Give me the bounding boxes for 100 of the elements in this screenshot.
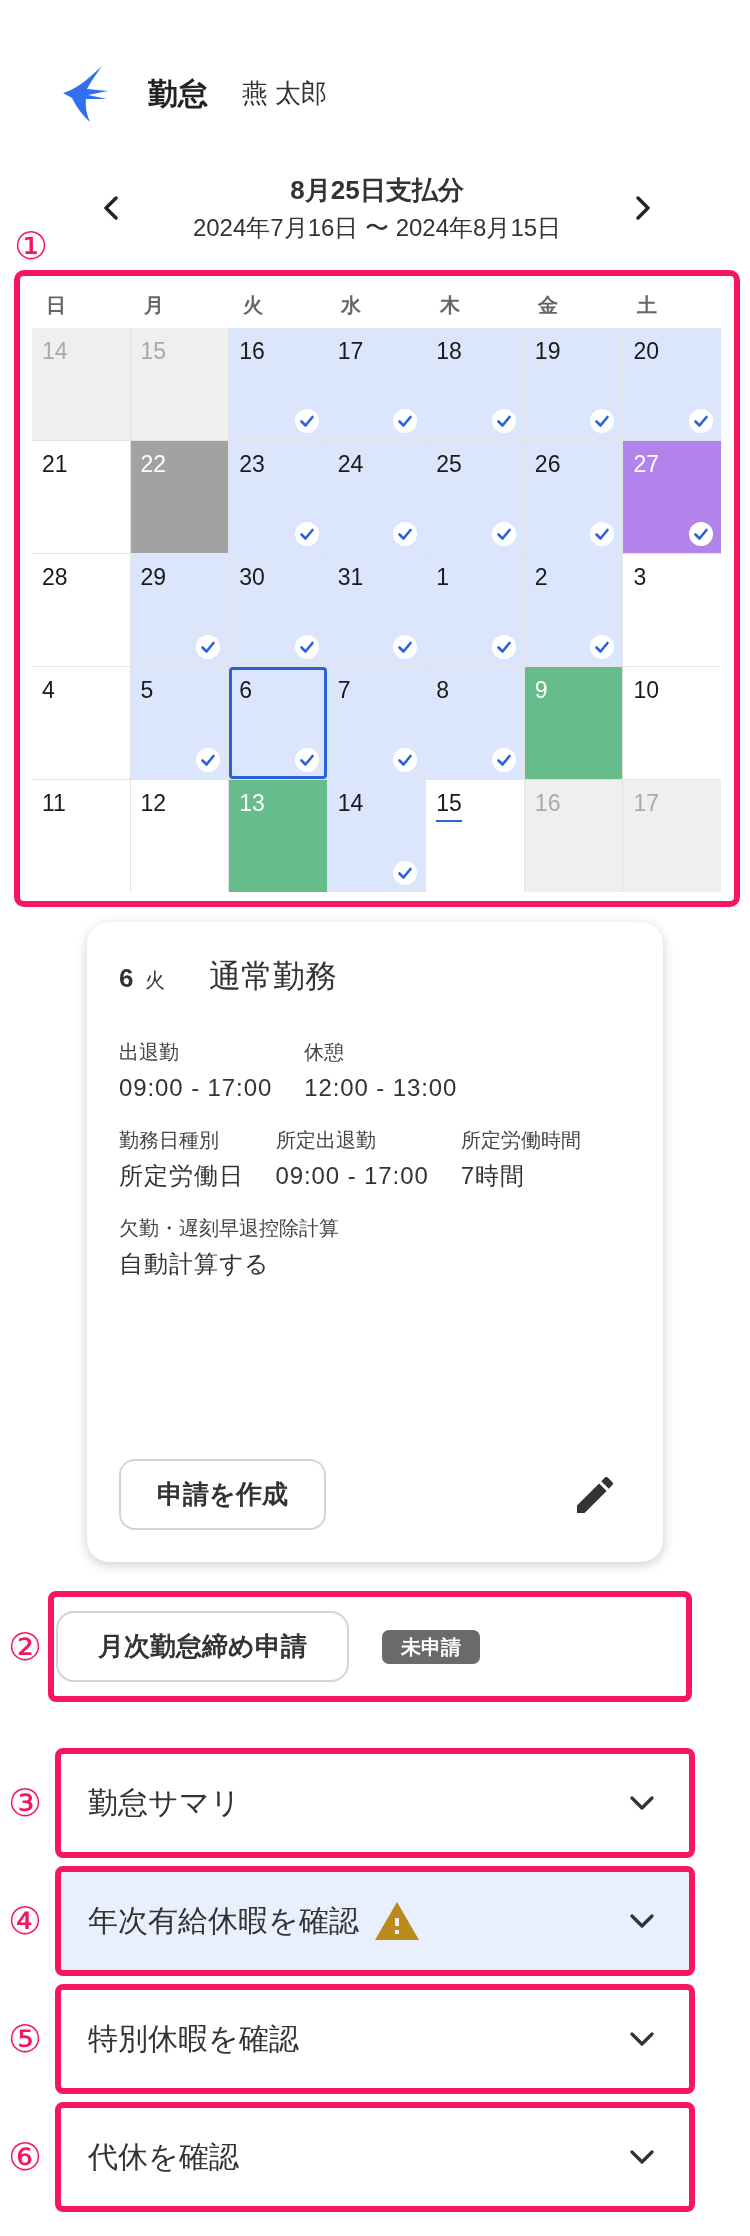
calendar-day-cell[interactable]: 17: [327, 328, 426, 440]
weekday-label: 金: [538, 292, 559, 318]
calendar-day-cell[interactable]: 8: [426, 667, 524, 779]
callout-number: ③: [8, 1784, 43, 1822]
day-number: 20: [633, 340, 659, 366]
calendar-day-cell[interactable]: 15: [426, 780, 524, 892]
weekday-label: 火: [242, 292, 263, 318]
day-number: 7: [337, 679, 351, 705]
day-number: 29: [140, 566, 167, 592]
day-number: 3: [633, 566, 647, 592]
field-value: 7時間: [460, 1161, 526, 1191]
calendar-day-cell[interactable]: 7: [327, 667, 426, 779]
accordion-header[interactable]: 特別休暇を確認: [61, 1990, 689, 2088]
day-number: 16: [534, 792, 561, 818]
calendar-day-cell[interactable]: 24: [327, 441, 426, 553]
day-number: 16: [239, 340, 265, 366]
day-number: 11: [42, 792, 66, 818]
day-number: 19: [534, 340, 561, 366]
detail-date: 6: [119, 962, 134, 995]
accordion-header[interactable]: 代休を確認: [61, 2108, 689, 2206]
calendar-day-cell[interactable]: 14: [327, 780, 426, 892]
chevron-right-icon: [635, 196, 651, 220]
calendar-day-cell[interactable]: 19: [524, 328, 623, 440]
day-number: 22: [140, 453, 167, 479]
calendar-day-cell[interactable]: 11: [32, 780, 130, 892]
monthly-closing-button[interactable]: 月次勤怠締め申請: [56, 1611, 349, 1682]
calendar-day-cell[interactable]: 25: [426, 441, 524, 553]
callout-number: ④: [8, 1902, 43, 1940]
day-number: 15: [436, 792, 462, 822]
field-value: 自動計算する: [119, 1249, 272, 1279]
day-number: 8: [436, 679, 450, 705]
day-number: 25: [436, 453, 462, 479]
day-number: 17: [633, 792, 659, 818]
calendar-day-cell[interactable]: 5: [130, 667, 229, 779]
day-number: 26: [534, 453, 561, 479]
day-number: 18: [436, 340, 462, 366]
calendar-day-cell[interactable]: 26: [524, 441, 623, 553]
detail-weekday: 火: [145, 968, 166, 993]
detail-title: 通常勤務: [209, 957, 338, 996]
calendar-day-cell[interactable]: 28: [32, 554, 130, 666]
field-value: 09:00 - 17:00: [119, 1073, 273, 1103]
calendar-day-cell[interactable]: 18: [426, 328, 524, 440]
field-label: 勤務日種別: [119, 1128, 220, 1153]
calendar-day-cell[interactable]: 4: [32, 667, 130, 779]
day-number: 4: [42, 679, 55, 705]
calendar-day-cell[interactable]: 23: [229, 441, 327, 553]
field-value: 所定労働日: [119, 1161, 244, 1191]
weekday-label: 水: [341, 292, 362, 318]
accordion-header[interactable]: 勤怠サマリ: [61, 1754, 689, 1852]
day-number: 15: [140, 340, 167, 366]
callout-number: ⑤: [8, 2020, 43, 2058]
callout-number: ①: [14, 227, 49, 265]
calendar-day-cell[interactable]: 21: [32, 441, 130, 553]
day-number: 1: [436, 566, 450, 592]
field-label: 欠勤・遅刻早退控除計算: [119, 1216, 339, 1241]
calendar-day-cell[interactable]: 6: [229, 667, 327, 779]
weekday-label: 土: [636, 292, 657, 318]
field-value: 12:00 - 13:00: [304, 1073, 458, 1103]
field-label: 所定労働時間: [460, 1128, 581, 1153]
callout-number: ⑥: [8, 2138, 43, 2176]
calendar-day-cell[interactable]: 20: [623, 328, 721, 440]
day-number: 12: [140, 792, 167, 818]
weekday-label: 月: [144, 292, 165, 318]
field-value: 09:00 - 17:00: [275, 1161, 429, 1191]
calendar-day-cell[interactable]: 10: [623, 667, 721, 779]
day-number: 17: [337, 340, 364, 366]
user-name: 燕 太郎: [242, 78, 328, 110]
field-label: 所定出退勤: [275, 1128, 377, 1153]
day-number: 13: [239, 792, 265, 818]
day-number: 9: [534, 679, 548, 705]
day-number: 28: [42, 566, 68, 592]
day-number: 24: [337, 453, 364, 479]
weekday-label: 木: [439, 292, 460, 318]
day-number: 23: [239, 453, 265, 479]
day-number: 14: [42, 340, 68, 366]
period-title: 8月25日支払分: [290, 174, 464, 207]
period-range: 2024年7月16日 〜 2024年8月15日: [192, 213, 562, 243]
day-number: 14: [337, 792, 364, 818]
calendar-day-cell[interactable]: 16: [229, 328, 327, 440]
app-title: 勤怠: [148, 76, 208, 112]
calendar-day-cell[interactable]: 2: [524, 554, 623, 666]
calendar-day-cell[interactable]: 29: [130, 554, 229, 666]
day-number: 2: [534, 566, 548, 592]
day-number: 30: [239, 566, 265, 592]
calendar-day-cell[interactable]: 1: [426, 554, 524, 666]
callout-number: ②: [8, 1627, 43, 1666]
status-badge: 未申請: [382, 1629, 480, 1664]
day-number: 6: [239, 679, 252, 705]
day-number: 27: [633, 453, 659, 479]
calendar-day-cell[interactable]: 31: [327, 554, 426, 666]
calendar-day-cell[interactable]: 12: [130, 780, 229, 892]
create-request-button[interactable]: 申請を作成: [119, 1459, 326, 1530]
day-number: 10: [633, 679, 659, 705]
bird-logo-icon: [63, 66, 108, 122]
pencil-icon: [577, 1476, 613, 1513]
accordion-header[interactable]: 年次有給休暇を確認: [61, 1872, 689, 1970]
field-label: 休憩: [304, 1040, 346, 1065]
calendar-day-cell[interactable]: 30: [229, 554, 327, 666]
day-number: 5: [140, 679, 154, 705]
calendar-day-cell[interactable]: 3: [623, 554, 721, 666]
